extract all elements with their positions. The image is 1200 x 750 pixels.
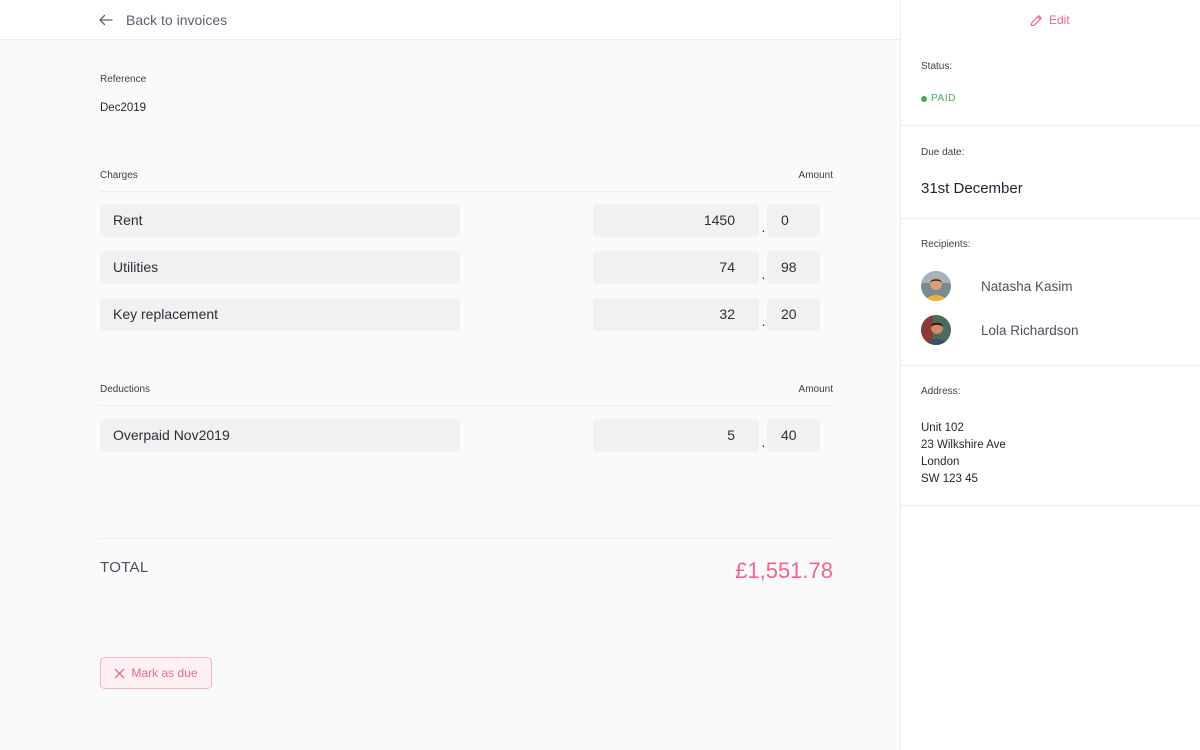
deductions-amount-label: Amount <box>798 384 833 395</box>
deductions-header: Deductions Amount <box>100 384 833 406</box>
decimal-point: . <box>761 266 766 282</box>
top-bar: Back to invoices <box>0 0 900 40</box>
decimal-point: . <box>761 434 766 450</box>
reference-value: Dec2019 <box>100 102 147 114</box>
recipients-label: Recipients: <box>921 239 971 250</box>
recipient-item[interactable]: Natasha Kasim <box>921 271 1181 301</box>
pencil-icon <box>1030 14 1042 26</box>
due-date-value: 31st December <box>921 180 1023 197</box>
decimal-point: . <box>761 219 766 235</box>
charge-row: Rent 1450 . 0 <box>100 204 820 237</box>
edit-label: Edit <box>1049 13 1070 27</box>
status-value: PAID <box>931 93 956 104</box>
avatar <box>921 315 951 345</box>
charge-name-field[interactable]: Rent <box>100 204 460 237</box>
address-line: London <box>921 456 960 468</box>
mark-as-due-button[interactable]: Mark as due <box>100 657 212 689</box>
deduction-name-field[interactable]: Overpaid Nov2019 <box>100 419 460 452</box>
close-icon <box>115 668 125 678</box>
back-link-label: Back to invoices <box>126 12 228 28</box>
charge-name-field[interactable]: Utilities <box>100 251 460 284</box>
charge-amount-fraction-field[interactable]: 98 <box>767 251 820 284</box>
charge-row: Key replacement 32 . 20 <box>100 298 820 331</box>
charge-amount-fraction-field[interactable]: 0 <box>767 204 820 237</box>
total-label: TOTAL <box>100 559 149 576</box>
decimal-point: . <box>761 313 766 329</box>
deduction-row: Overpaid Nov2019 5 . 40 <box>100 419 820 452</box>
charges-amount-label: Amount <box>798 170 833 181</box>
charges-header: Charges Amount <box>100 170 833 192</box>
charge-name-field[interactable]: Key replacement <box>100 298 460 331</box>
mark-as-due-label: Mark as due <box>131 666 198 680</box>
charges-label: Charges <box>100 170 138 181</box>
charge-amount-whole-field[interactable]: 1450 <box>593 204 759 237</box>
total-divider <box>100 538 833 539</box>
edit-button[interactable]: Edit <box>1030 11 1070 29</box>
address-line: Unit 102 <box>921 422 964 434</box>
invoice-main: Reference Dec2019 Charges Amount Rent 14… <box>0 40 900 750</box>
deductions-label: Deductions <box>100 384 151 395</box>
address-line: 23 Wilkshire Ave <box>921 439 1006 451</box>
recipient-name: Natasha Kasim <box>981 279 1073 294</box>
due-date-section: Due date: <box>900 126 1200 219</box>
due-date-label: Due date: <box>921 147 965 158</box>
charge-amount-whole-field[interactable]: 74 <box>593 251 759 284</box>
deduction-amount-fraction-field[interactable]: 40 <box>767 419 820 452</box>
back-to-invoices-link[interactable]: Back to invoices <box>98 11 227 29</box>
status-badge: PAID <box>921 93 956 104</box>
charge-amount-whole-field[interactable]: 32 <box>593 298 759 331</box>
reference-label: Reference <box>100 74 147 85</box>
recipient-item[interactable]: Lola Richardson <box>921 315 1181 345</box>
charge-row: Utilities 74 . 98 <box>100 251 820 284</box>
address-block: Unit 102 23 Wilkshire Ave London SW 123 … <box>921 420 1006 488</box>
status-section: Status: PAID <box>900 40 1200 126</box>
arrow-left-icon <box>99 14 113 26</box>
status-label: Status: <box>921 61 953 72</box>
avatar <box>921 271 951 301</box>
address-line: SW 123 45 <box>921 473 978 485</box>
charge-amount-fraction-field[interactable]: 20 <box>767 298 820 331</box>
recipient-name: Lola Richardson <box>981 323 1079 338</box>
total-value: £1,551.78 <box>735 558 833 583</box>
address-label: Address: <box>921 386 961 397</box>
deduction-amount-whole-field[interactable]: 5 <box>593 419 759 452</box>
status-dot-icon <box>921 95 927 102</box>
